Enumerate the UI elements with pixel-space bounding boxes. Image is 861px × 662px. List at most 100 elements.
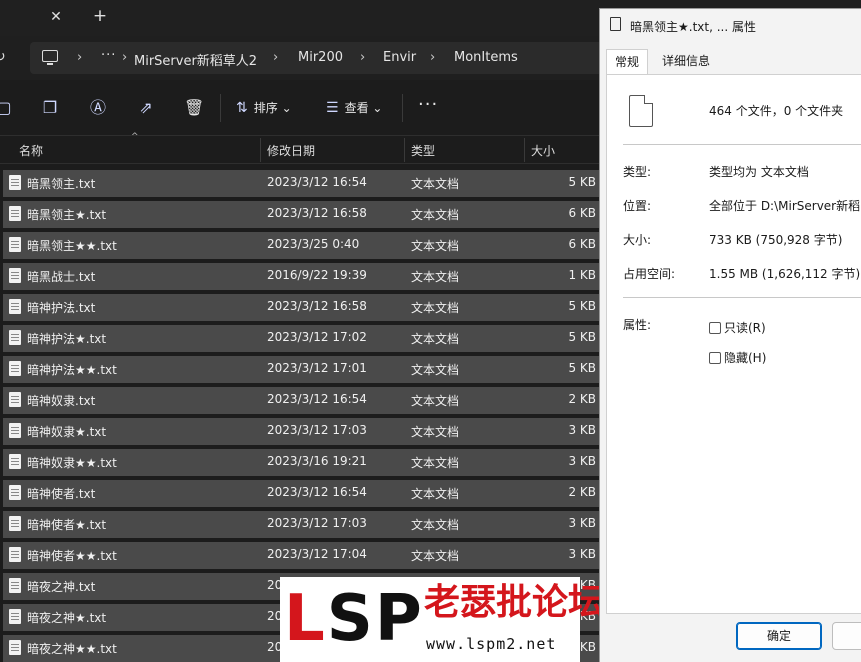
breadcrumb-separator-icon: › — [273, 50, 279, 65]
table-row[interactable]: 暗神奴隶★★.txt 2023/3/16 19:21 文本文档 3 KB — [0, 448, 603, 479]
column-header-size[interactable]: 大小 — [531, 142, 555, 159]
file-size: 2 KB — [568, 392, 596, 406]
file-type: 文本文档 — [411, 425, 460, 439]
column-header-type[interactable]: 类型 — [411, 142, 435, 159]
text-file-icon — [9, 299, 21, 314]
file-list-header: ^ 名称 修改日期 类型 大小 — [0, 132, 600, 164]
text-file-icon — [9, 640, 21, 655]
file-size: 3 KB — [568, 423, 596, 437]
file-date: 2023/3/25 0:40 — [267, 237, 360, 251]
breadcrumb-separator-icon: › — [360, 50, 366, 65]
new-tab-icon[interactable]: + — [90, 6, 110, 26]
sort-ascending-icon: ^ — [131, 132, 139, 142]
file-name: 暗夜之神★.txt — [27, 611, 107, 625]
type-value: 类型均为 文本文档 — [709, 165, 809, 179]
file-date: 2016/9/22 19:39 — [267, 268, 367, 282]
size-label: 大小: — [623, 233, 652, 247]
view-button[interactable]: ☰ 查看 ⌄ — [326, 98, 382, 118]
attributes-label: 属性: — [623, 318, 652, 332]
breadcrumb-envir[interactable]: Envir — [383, 50, 416, 65]
share-icon[interactable]: ⇗ — [136, 98, 156, 118]
delete-icon[interactable]: 🗑 — [184, 98, 204, 118]
file-type: 文本文档 — [411, 270, 460, 284]
copy-icon[interactable]: ❐ — [40, 98, 60, 118]
more-options-button[interactable]: ··· — [418, 94, 438, 115]
sort-label: 排序 — [253, 101, 278, 115]
column-divider[interactable] — [524, 138, 525, 162]
file-type: 文本文档 — [411, 301, 460, 315]
file-type: 文本文档 — [411, 363, 460, 377]
rename-icon[interactable]: Ⓐ — [88, 98, 108, 118]
text-file-icon — [9, 547, 21, 562]
divider — [623, 144, 861, 145]
document-icon — [610, 17, 621, 31]
column-divider[interactable] — [404, 138, 405, 162]
command-divider — [402, 94, 403, 122]
text-file-icon — [9, 609, 21, 624]
selection-summary: 464 个文件，0 个文件夹 — [709, 104, 844, 118]
tab-details[interactable]: 详细信息 — [654, 49, 718, 75]
file-size: 6 KB — [568, 237, 596, 251]
breadcrumb-separator-icon: › — [430, 50, 436, 65]
hidden-checkbox[interactable]: 隐藏(H) — [709, 349, 766, 366]
file-name: 暗神使者★.txt — [27, 518, 107, 532]
breadcrumb-separator-icon: › — [122, 50, 128, 65]
divider — [623, 297, 861, 298]
file-name: 暗夜之神★★.txt — [27, 642, 117, 656]
file-type: 文本文档 — [411, 518, 460, 532]
column-header-date[interactable]: 修改日期 — [267, 142, 315, 159]
tab-general[interactable]: 常规 — [606, 49, 649, 76]
file-type: 文本文档 — [411, 208, 460, 222]
column-divider[interactable] — [260, 138, 261, 162]
file-name: 暗神奴隶★★.txt — [27, 456, 117, 470]
breadcrumb-mir200[interactable]: Mir200 — [298, 50, 343, 65]
file-size: 5 KB — [568, 175, 596, 189]
file-date: 2023/3/12 17:03 — [267, 516, 367, 530]
dialog-title-bar[interactable]: 暗黑领主★.txt, ... 属性 — [600, 9, 861, 41]
table-row[interactable]: 暗神护法★★.txt 2023/3/12 17:01 文本文档 5 KB — [0, 355, 603, 386]
table-row[interactable]: 暗黑战士.txt 2016/9/22 19:39 文本文档 1 KB — [0, 262, 603, 293]
type-label: 类型: — [623, 165, 652, 179]
table-row[interactable]: 暗神使者★.txt 2023/3/12 17:03 文本文档 3 KB — [0, 510, 603, 541]
multiple-files-icon — [629, 95, 653, 127]
file-date: 2023/3/12 16:54 — [267, 485, 367, 499]
breadcrumb-overflow-button[interactable]: ··· — [101, 48, 116, 63]
readonly-label: 只读(R) — [724, 321, 766, 335]
text-file-icon — [9, 268, 21, 283]
ok-button[interactable]: 确定 — [736, 622, 822, 650]
file-size: 6 KB — [568, 206, 596, 220]
table-row[interactable]: 暗神护法.txt 2023/3/12 16:58 文本文档 5 KB — [0, 293, 603, 324]
file-date: 2023/3/12 17:02 — [267, 330, 367, 344]
readonly-checkbox[interactable]: 只读(R) — [709, 319, 766, 336]
breadcrumb-monitems[interactable]: MonItems — [454, 50, 518, 65]
table-row[interactable]: 暗神护法★.txt 2023/3/12 17:02 文本文档 5 KB — [0, 324, 603, 355]
view-label: 查看 — [344, 101, 369, 115]
file-size: KB — [579, 640, 596, 654]
close-tab-icon[interactable]: ✕ — [46, 7, 66, 27]
table-row[interactable]: 暗神使者★★.txt 2023/3/12 17:04 文本文档 3 KB — [0, 541, 603, 572]
file-date: 2023/3/16 19:21 — [267, 454, 367, 468]
column-header-name[interactable]: 名称 — [19, 142, 43, 159]
table-row[interactable]: 暗黑领主.txt 2023/3/12 16:54 文本文档 5 KB — [0, 169, 603, 200]
address-bar[interactable]: › ··· › MirServer新稻草人2 › Mir200 › Envir … — [30, 42, 620, 74]
refresh-icon[interactable]: ↻ — [0, 48, 12, 66]
sort-button[interactable]: ⇅ 排序 ⌄ — [236, 98, 292, 118]
file-date: 2023/3/12 17:03 — [267, 423, 367, 437]
file-name: 暗黑领主★.txt — [27, 208, 107, 222]
text-file-icon — [9, 206, 21, 221]
table-row[interactable]: 暗神奴隶.txt 2023/3/12 16:54 文本文档 2 KB — [0, 386, 603, 417]
location-label: 位置: — [623, 199, 652, 213]
table-row[interactable]: 暗黑领主★.txt 2023/3/12 16:58 文本文档 6 KB — [0, 200, 603, 231]
breadcrumb-mirserver[interactable]: MirServer新稻草人2 — [134, 50, 257, 69]
table-row[interactable]: 暗黑领主★★.txt 2023/3/25 0:40 文本文档 6 KB — [0, 231, 603, 262]
table-row[interactable]: 暗神奴隶★.txt 2023/3/12 17:03 文本文档 3 KB — [0, 417, 603, 448]
cancel-button[interactable] — [832, 622, 861, 650]
checkbox-box[interactable] — [709, 322, 721, 334]
this-pc-icon[interactable] — [42, 50, 58, 65]
table-row[interactable]: 暗神使者.txt 2023/3/12 16:54 文本文档 2 KB — [0, 479, 603, 510]
checkbox-box[interactable] — [709, 352, 721, 364]
dialog-title: 暗黑领主★.txt, ... 属性 — [630, 20, 756, 34]
file-name: 暗神使者.txt — [27, 487, 96, 501]
cut-icon[interactable]: ▢ — [0, 98, 14, 118]
chevron-down-icon: ⌄ — [281, 101, 292, 115]
